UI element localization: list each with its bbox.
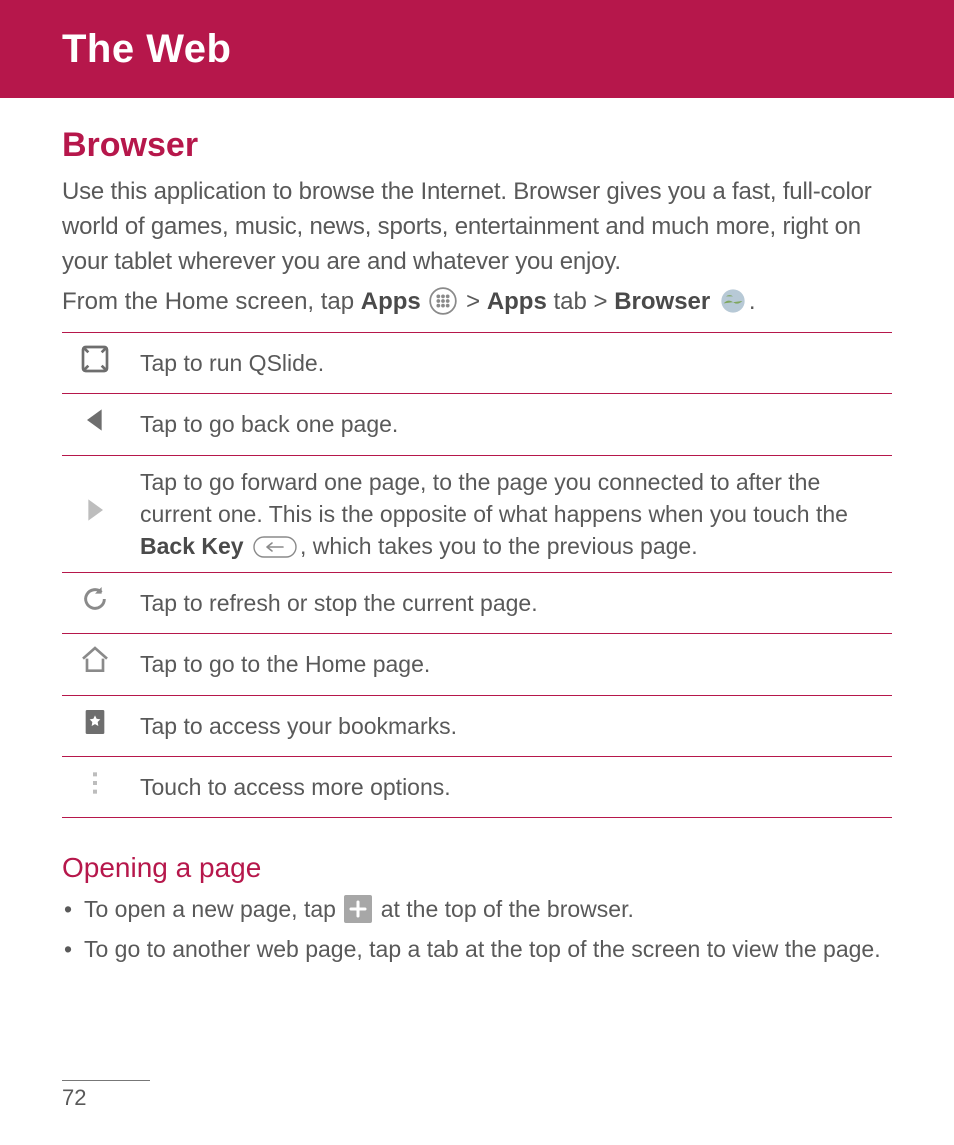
bullet-list: To open a new page, tap at the top of th… xyxy=(62,892,892,967)
nav-sep1: > xyxy=(466,288,487,315)
forward-arrow-icon xyxy=(79,494,111,526)
table-row: Tap to go back one page. xyxy=(62,394,892,455)
table-row: Tap to refresh or stop the current page. xyxy=(62,573,892,634)
section-title: Browser xyxy=(62,126,892,165)
browser-icons-table: Tap to run QSlide. Tap to go back one pa… xyxy=(62,332,892,818)
page-footer: 72 xyxy=(62,1080,150,1111)
nav-period: . xyxy=(749,288,756,315)
nav-prefix: From the Home screen, tap xyxy=(62,288,361,315)
nav-tab-word: tab > xyxy=(547,288,614,315)
row-desc: Tap to go forward one page, to the page … xyxy=(128,455,892,573)
table-row: Tap to go to the Home page. xyxy=(62,634,892,695)
new-tab-plus-icon xyxy=(344,895,372,923)
bullet1-pre: To open a new page, tap xyxy=(84,896,342,922)
back-arrow-icon xyxy=(79,404,111,436)
navigation-path: From the Home screen, tap Apps > Apps ta… xyxy=(62,285,892,320)
globe-icon xyxy=(719,287,747,315)
apps-circle-icon xyxy=(429,287,457,315)
table-row: Tap to go forward one page, to the page … xyxy=(62,455,892,573)
desc-post: , which takes you to the previous page. xyxy=(300,533,698,559)
table-row: Tap to access your bookmarks. xyxy=(62,695,892,756)
qslide-icon xyxy=(79,343,111,375)
page-content: Browser Use this application to browse t… xyxy=(0,98,954,967)
list-item: To open a new page, tap at the top of th… xyxy=(62,892,892,927)
home-icon xyxy=(79,644,111,676)
row-desc: Tap to go back one page. xyxy=(128,394,892,455)
more-options-icon xyxy=(79,767,111,799)
row-desc: Touch to access more options. xyxy=(128,756,892,817)
bullet1-post: at the top of the browser. xyxy=(374,896,634,922)
row-desc: Tap to access your bookmarks. xyxy=(128,695,892,756)
back-key-bold: Back Key xyxy=(140,533,244,559)
intro-paragraph: Use this application to browse the Inter… xyxy=(62,175,892,279)
page-number: 72 xyxy=(62,1085,150,1111)
back-key-icon xyxy=(253,536,297,558)
nav-apps-tab-bold: Apps xyxy=(487,288,547,315)
bookmark-icon xyxy=(79,706,111,738)
table-row: Tap to run QSlide. xyxy=(62,333,892,394)
list-item: To go to another web page, tap a tab at … xyxy=(62,932,892,967)
chapter-header: The Web xyxy=(0,0,954,98)
row-desc: Tap to go to the Home page. xyxy=(128,634,892,695)
subsection-title: Opening a page xyxy=(62,852,892,884)
refresh-icon xyxy=(79,583,111,615)
table-row: Touch to access more options. xyxy=(62,756,892,817)
footer-rule xyxy=(62,1080,150,1081)
nav-browser-bold: Browser xyxy=(614,288,710,315)
chapter-title: The Web xyxy=(62,27,231,72)
desc-pre: Tap to go forward one page, to the page … xyxy=(140,469,848,527)
row-desc: Tap to run QSlide. xyxy=(128,333,892,394)
nav-apps-bold: Apps xyxy=(361,288,421,315)
row-desc: Tap to refresh or stop the current page. xyxy=(128,573,892,634)
